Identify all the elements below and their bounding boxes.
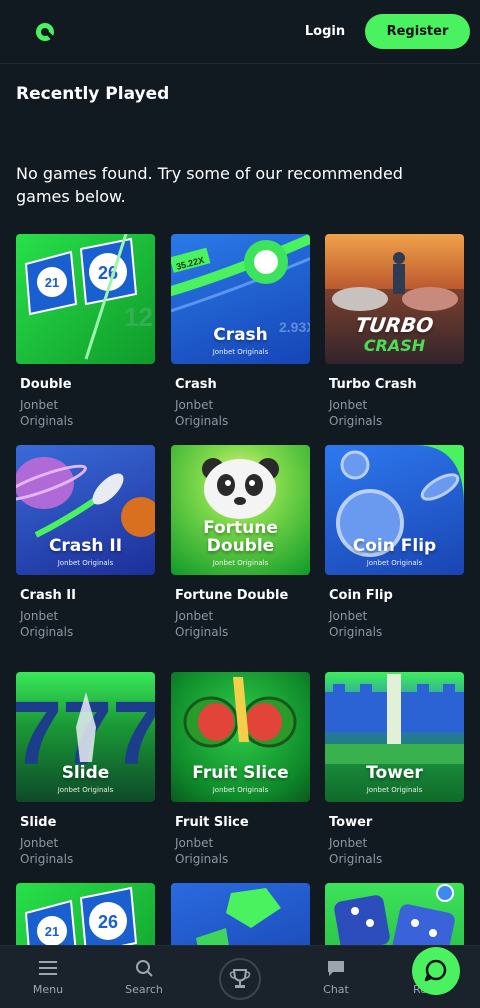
register-button[interactable]: Register [365, 14, 470, 49]
game-provider: Jonbet Originals [175, 836, 229, 866]
nav-trophy-button[interactable] [219, 958, 261, 1000]
chat-bubble-icon [328, 961, 344, 976]
svg-text:21: 21 [45, 924, 59, 939]
game-provider: Jonbet Originals [20, 609, 74, 639]
thumb-title: Tower [366, 763, 423, 783]
game-name: Crash [175, 377, 217, 392]
thumb-title: Coin Flip [352, 536, 437, 556]
game-provider: Jonbet Originals [329, 398, 383, 428]
search-icon [136, 960, 153, 977]
thumb-subtitle: Jonbet Originals [57, 559, 114, 567]
game-name: Turbo Crash [329, 377, 417, 392]
game-card-coin-flip[interactable]: Coin Flip Jonbet Originals Coin Flip Jon… [325, 445, 464, 640]
game-card-fortune-double[interactable]: Fortune Double Jonbet Originals Fortune … [171, 445, 310, 640]
thumb-title: Slide [61, 763, 110, 783]
game-card-crash[interactable]: 35.22X 2.93X Crash Jonbet Originals Cras… [171, 234, 310, 429]
nav-search[interactable]: Search [96, 946, 192, 1008]
game-provider: Jonbet Originals [175, 609, 229, 639]
game-thumbnail[interactable]: Coin Flip Jonbet Originals [325, 445, 464, 575]
svg-text:26: 26 [98, 912, 118, 932]
thumb-subtitle: Jonbet Originals [212, 786, 269, 794]
game-card-crash-ii[interactable]: Crash II Jonbet Originals Crash II Jonbe… [16, 445, 155, 640]
thumb-title: Crash II [48, 536, 123, 556]
game-card-tower[interactable]: Tower Jonbet Originals Tower Jonbet Orig… [325, 672, 464, 867]
game-name: Double [20, 377, 72, 392]
game-name: Coin Flip [329, 588, 393, 603]
game-card-slide[interactable]: 777 Slide Jonbet Originals Slide Jonbet … [16, 672, 155, 867]
game-provider: Jonbet Originals [329, 609, 383, 639]
game-card-turbo-crash[interactable]: TURBO CRASH Turbo Crash Jonbet Originals [325, 234, 464, 429]
thumb-subtitle: CRASH [363, 336, 426, 355]
nav-menu-label: Menu [32, 983, 64, 996]
thumb-title: Crash [213, 325, 268, 345]
game-thumbnail[interactable]: 35.22X 2.93X Crash Jonbet Originals [171, 234, 310, 364]
double-ball-icon: 21 26 12 [24, 234, 153, 360]
nav-chat[interactable]: Chat [288, 946, 384, 1008]
nav-menu[interactable]: Menu [0, 946, 96, 1008]
nav-search-label: Search [125, 983, 163, 996]
site-logo[interactable] [36, 23, 55, 41]
menu-icon [39, 961, 57, 975]
game-thumbnail[interactable]: Tower Jonbet Originals [325, 672, 464, 802]
empty-state-message: No games found. Try some of our recommen… [16, 164, 403, 206]
game-thumbnail[interactable]: TURBO CRASH [325, 234, 464, 364]
thumb-subtitle: Jonbet Originals [57, 786, 114, 794]
thumb-title: Fruit Slice [192, 763, 289, 783]
login-button[interactable]: Login [300, 18, 350, 46]
game-thumbnail[interactable]: 21 26 12 [16, 234, 155, 364]
game-name: Tower [329, 815, 373, 830]
section-title: Recently Played [16, 84, 170, 104]
live-chat-button[interactable] [412, 947, 460, 995]
game-thumbnail[interactable]: Fortune Double Jonbet Originals [171, 445, 310, 575]
bottom-navigation: Menu Search Chat Re [0, 945, 480, 1008]
game-provider: Jonbet Originals [329, 836, 383, 866]
game-name: Fruit Slice [175, 815, 249, 830]
thumb-title: TURBO [354, 313, 435, 337]
thumb-title: Fortune Double [203, 518, 278, 556]
chat-icon [424, 959, 447, 982]
nav-chat-label: Chat [323, 983, 349, 996]
game-name: Fortune Double [175, 588, 289, 603]
top-header: Login Register [0, 0, 480, 64]
svg-text:21: 21 [45, 275, 59, 290]
game-provider: Jonbet Originals [20, 398, 74, 428]
game-card-fruit-slice[interactable]: Fruit Slice Jonbet Originals Fruit Slice… [171, 672, 310, 867]
thumb-subtitle: Jonbet Originals [212, 348, 269, 356]
thumb-subtitle: Jonbet Originals [366, 559, 423, 567]
game-thumbnail[interactable]: Crash II Jonbet Originals [16, 445, 155, 575]
game-provider: Jonbet Originals [20, 836, 74, 866]
thumb-subtitle: Jonbet Originals [212, 559, 269, 567]
game-name: Slide [20, 815, 57, 830]
game-thumbnail[interactable]: 777 Slide Jonbet Originals [16, 672, 155, 802]
thumb-subtitle: Jonbet Originals [366, 786, 423, 794]
game-thumbnail[interactable]: Fruit Slice Jonbet Originals [171, 672, 310, 802]
game-provider: Jonbet Originals [175, 398, 229, 428]
game-card-double[interactable]: 21 26 12 Double Jonbet Originals [16, 234, 155, 429]
trophy-icon [229, 969, 251, 988]
svg-text:12: 12 [124, 302, 153, 332]
game-name: Crash II [20, 588, 76, 603]
